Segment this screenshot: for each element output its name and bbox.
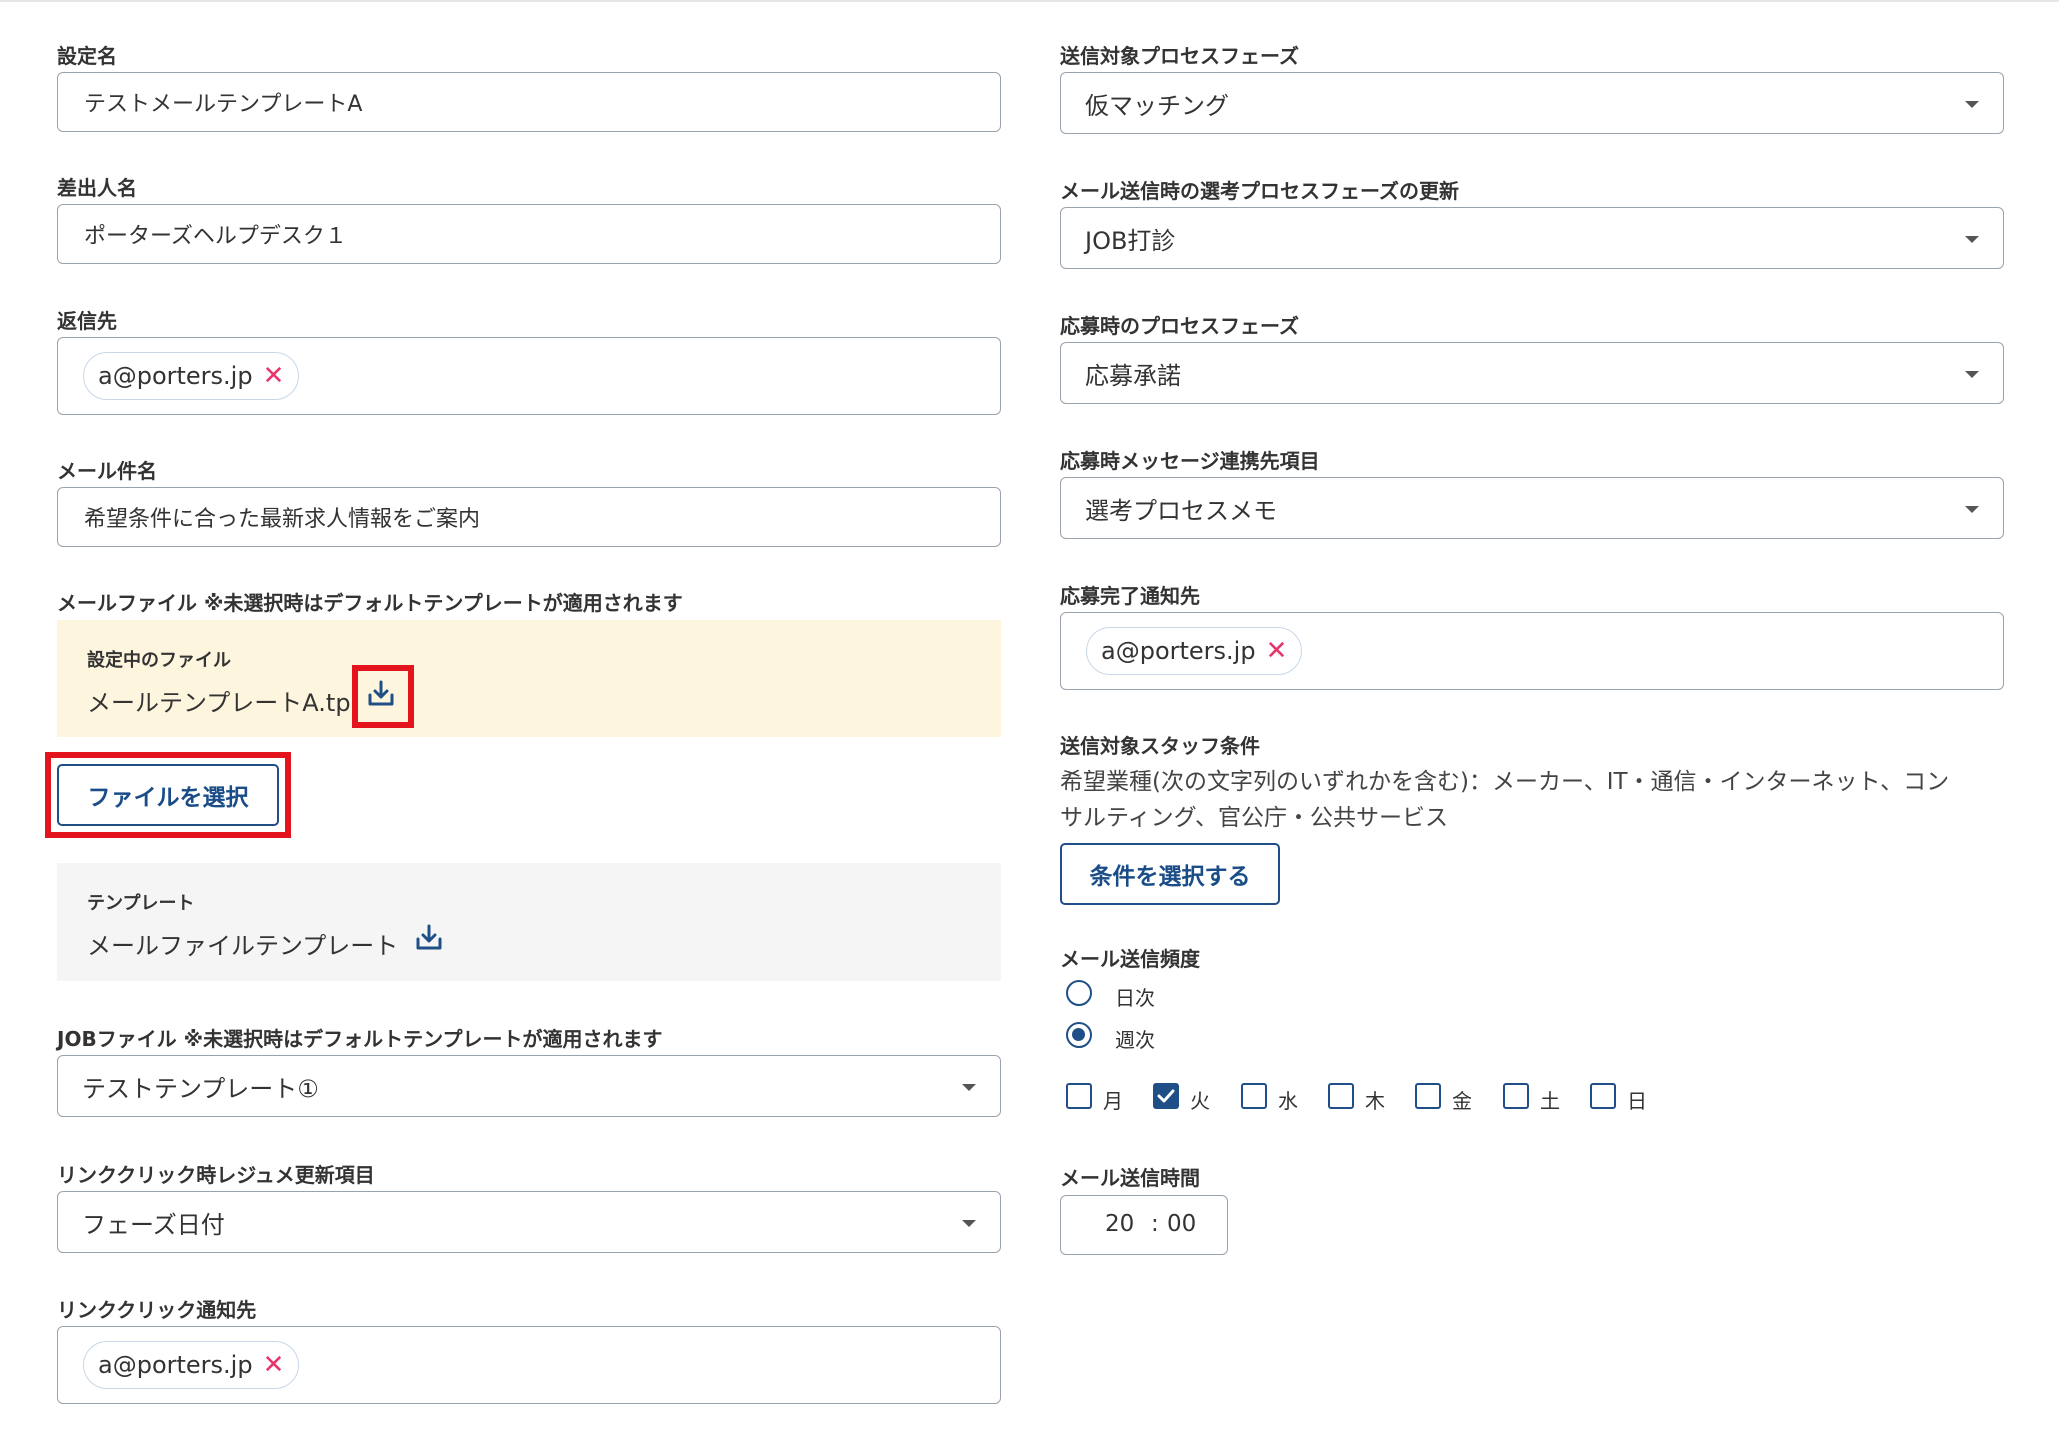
sender-name-input[interactable]: ポーターズヘルプデスク１: [57, 204, 1001, 264]
update-phase-select[interactable]: JOB打診: [1060, 207, 2004, 269]
current-file-name: メールテンプレートA.tpl: [87, 689, 358, 717]
sender-name-label: 差出人名: [57, 176, 137, 200]
link-click-resume-select[interactable]: フェーズ日付: [57, 1191, 1001, 1253]
checkbox-mon[interactable]: [1066, 1083, 1092, 1109]
update-phase-selected: JOB打診: [1085, 226, 1176, 255]
reply-to-label: 返信先: [57, 309, 117, 333]
chevron-down-icon: [1965, 506, 1979, 513]
chip-label: a@porters.jp: [98, 1351, 253, 1379]
chevron-down-icon: [962, 1084, 976, 1091]
template-name: メールファイルテンプレート: [87, 932, 399, 960]
close-icon[interactable]: ✕: [1266, 638, 1288, 664]
template-panel: テンプレート メールファイルテンプレート: [57, 863, 1001, 981]
chip-label: a@porters.jp: [1101, 637, 1256, 665]
job-file-label: JOBファイル ※未選択時はデフォルトテンプレートが適用されます: [57, 1027, 663, 1051]
chevron-down-icon: [962, 1220, 976, 1227]
close-icon[interactable]: ✕: [263, 1352, 285, 1378]
radio-daily-label: 日次: [1115, 986, 1155, 1010]
target-phase-selected: 仮マッチング: [1085, 91, 1229, 120]
chevron-down-icon: [1965, 101, 1979, 108]
link-click-notify-field[interactable]: a@porters.jp ✕: [57, 1326, 1001, 1404]
top-divider: [0, 0, 2059, 2]
link-click-notify-chip: a@porters.jp ✕: [83, 1341, 300, 1389]
apply-phase-select[interactable]: 応募承諾: [1060, 342, 2004, 404]
send-time-separator: :: [1151, 1211, 1159, 1237]
select-file-button[interactable]: ファイルを選択: [57, 764, 279, 826]
checkbox-tue[interactable]: [1153, 1083, 1179, 1109]
apply-notify-field[interactable]: a@porters.jp ✕: [1060, 612, 2004, 690]
select-condition-button[interactable]: 条件を選択する: [1060, 843, 1280, 905]
link-click-resume-selected: フェーズ日付: [82, 1210, 225, 1239]
checkbox-sat-label: 土: [1540, 1089, 1560, 1113]
chevron-down-icon: [1965, 236, 1979, 243]
checkbox-fri[interactable]: [1415, 1083, 1441, 1109]
apply-phase-label: 応募時のプロセスフェーズ: [1060, 314, 1299, 338]
send-time-hour[interactable]: 20: [1105, 1211, 1134, 1237]
sender-name-value: ポーターズヘルプデスク１: [84, 224, 347, 249]
apply-notify-label: 応募完了通知先: [1060, 584, 1200, 608]
checkbox-thu-label: 木: [1365, 1089, 1385, 1113]
send-time-input[interactable]: 20 : 00: [1060, 1195, 1228, 1255]
checkbox-thu[interactable]: [1328, 1083, 1354, 1109]
mail-settings-form: 設定名 テストメールテンプレートA 差出人名 ポーターズヘルプデスク１ 返信先 …: [0, 0, 2059, 1441]
subject-input[interactable]: 希望条件に合った最新求人情報をご案内: [57, 487, 1001, 547]
checkbox-sun[interactable]: [1590, 1083, 1616, 1109]
chip-label: a@porters.jp: [98, 362, 253, 390]
apply-message-label: 応募時メッセージ連携先項目: [1060, 449, 1320, 473]
job-file-select[interactable]: テストテンプレート①: [57, 1055, 1001, 1117]
staff-condition-label: 送信対象スタッフ条件: [1060, 734, 1260, 758]
target-phase-label: 送信対象プロセスフェーズ: [1060, 44, 1299, 68]
current-file-label: 設定中のファイル: [87, 650, 231, 671]
checkbox-mon-label: 月: [1103, 1089, 1123, 1113]
link-click-notify-label: リンククリック通知先: [57, 1298, 257, 1322]
subject-value: 希望条件に合った最新求人情報をご案内: [84, 507, 481, 532]
apply-message-select[interactable]: 選考プロセスメモ: [1060, 477, 2004, 539]
staff-condition-line2: サルティング、官公庁・公共サービス: [1060, 805, 1449, 831]
current-file-panel: 設定中のファイル メールテンプレートA.tpl: [57, 620, 1001, 737]
frequency-label: メール送信頻度: [1060, 947, 1200, 971]
checkbox-fri-label: 金: [1452, 1089, 1472, 1113]
mail-file-label: メールファイル ※未選択時はデフォルトテンプレートが適用されます: [57, 591, 683, 615]
send-time-minute[interactable]: 00: [1167, 1211, 1196, 1237]
download-icon[interactable]: [413, 922, 445, 954]
setting-name-input[interactable]: テストメールテンプレートA: [57, 72, 1001, 132]
template-label: テンプレート: [87, 893, 195, 914]
apply-notify-chip: a@porters.jp ✕: [1086, 627, 1303, 675]
chevron-down-icon: [1965, 371, 1979, 378]
highlight-download: [352, 665, 414, 728]
apply-message-selected: 選考プロセスメモ: [1085, 496, 1277, 525]
radio-daily[interactable]: [1066, 980, 1092, 1006]
update-phase-label: メール送信時の選考プロセスフェーズの更新: [1060, 179, 1459, 203]
setting-name-value: テストメールテンプレートA: [84, 92, 363, 117]
setting-name-label: 設定名: [57, 44, 117, 68]
reply-to-chip: a@porters.jp ✕: [83, 352, 300, 400]
subject-label: メール件名: [57, 459, 157, 483]
link-click-resume-label: リンククリック時レジュメ更新項目: [57, 1163, 375, 1187]
reply-to-field[interactable]: a@porters.jp ✕: [57, 337, 1001, 415]
checkbox-tue-label: 火: [1190, 1089, 1210, 1113]
job-file-selected: テストテンプレート①: [82, 1074, 319, 1103]
radio-weekly-label: 週次: [1115, 1028, 1155, 1052]
apply-phase-selected: 応募承諾: [1085, 361, 1181, 390]
staff-condition-line1: 希望業種(次の文字列のいずれかを含む)：メーカー、IT・通信・インターネット、コ…: [1060, 769, 1950, 795]
radio-weekly[interactable]: [1066, 1022, 1092, 1048]
checkbox-wed[interactable]: [1241, 1083, 1267, 1109]
send-time-label: メール送信時間: [1060, 1166, 1200, 1190]
checkbox-wed-label: 水: [1278, 1089, 1298, 1113]
checkbox-sat[interactable]: [1503, 1083, 1529, 1109]
target-phase-select[interactable]: 仮マッチング: [1060, 72, 2004, 134]
close-icon[interactable]: ✕: [263, 363, 285, 389]
checkmark-icon: [1157, 1089, 1175, 1103]
checkbox-sun-label: 日: [1627, 1089, 1647, 1113]
